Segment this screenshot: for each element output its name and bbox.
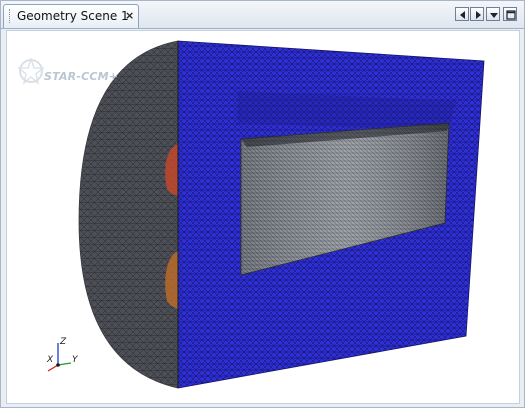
tab-title: Geometry Scene 1 (17, 9, 129, 23)
maximize-button[interactable] (503, 7, 517, 21)
tab-grip-icon (9, 9, 13, 23)
tab-list-dropdown-button[interactable] (486, 7, 500, 21)
mesh-scene[interactable] (7, 31, 519, 403)
scroll-left-button[interactable] (455, 7, 469, 21)
tab-strip: Geometry Scene 1 × (1, 1, 524, 29)
axis-label-x: X (47, 355, 54, 365)
axis-label-z: Z (60, 337, 67, 347)
scroll-left-icon (460, 11, 465, 19)
scroll-right-icon (476, 11, 481, 19)
scroll-right-button[interactable] (470, 7, 484, 21)
axis-label-y: Y (72, 355, 78, 365)
tab-geometry-scene-1[interactable]: Geometry Scene 1 × (3, 4, 139, 28)
star-ccm-logo-text: STAR-CCM+ (44, 70, 119, 83)
tab-list-dropdown-icon (490, 13, 498, 18)
geometry-scene-window: Geometry Scene 1 × STAR-CCM+ Z X Y (0, 0, 525, 408)
maximize-icon (506, 10, 516, 20)
scene-viewport[interactable]: STAR-CCM+ Z X Y (6, 30, 520, 404)
cylinder-half (78, 40, 179, 389)
tab-close-button[interactable]: × (125, 9, 134, 22)
star-ccm-logo-icon (17, 56, 45, 85)
